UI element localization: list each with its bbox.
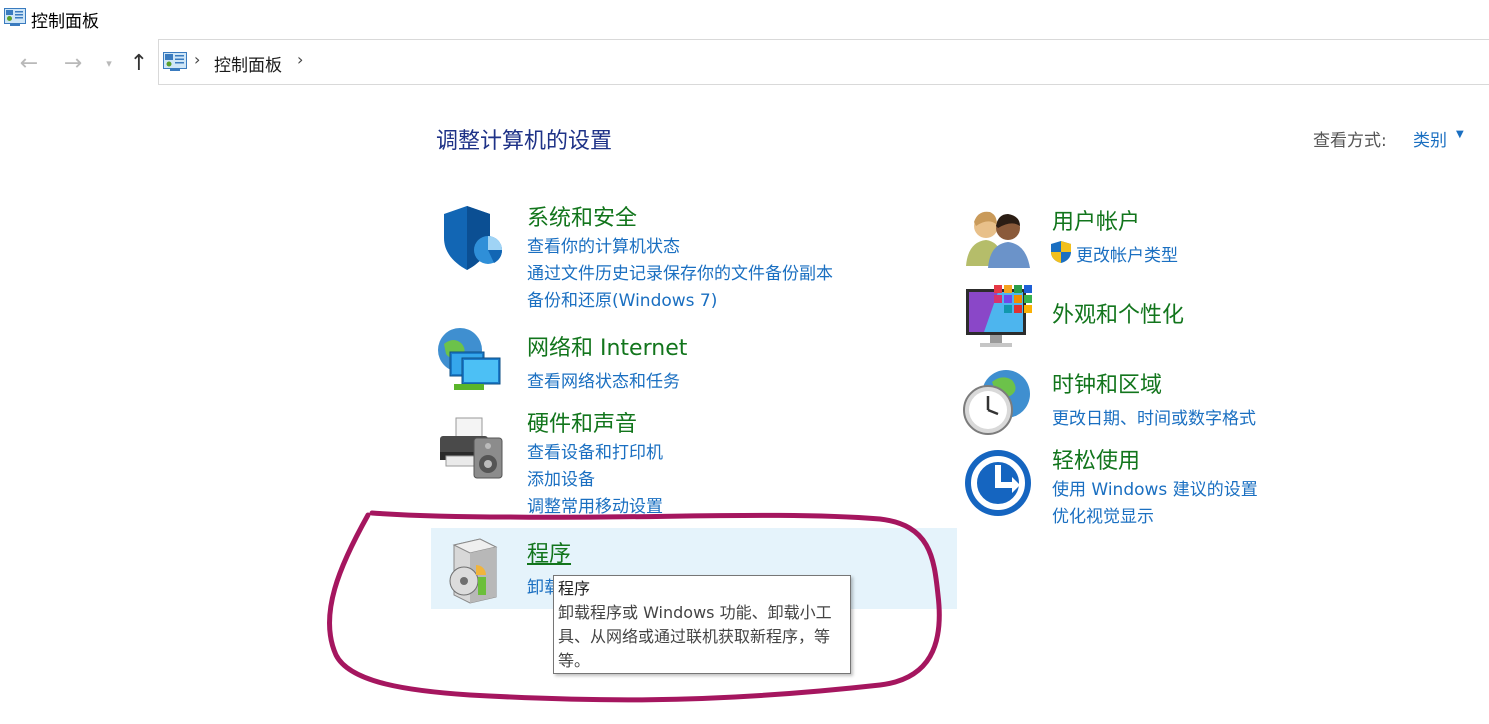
chevron-down-icon: ▾ [106, 56, 112, 70]
tooltip-title: 程序 [558, 579, 591, 598]
link-mobility-settings[interactable]: 调整常用移动设置 [527, 492, 663, 517]
users-icon[interactable] [964, 206, 1034, 276]
link-change-account-type[interactable]: 更改帐户类型 [1076, 241, 1178, 266]
recent-locations-button[interactable]: ▾ [94, 48, 124, 78]
link-view-computer-status[interactable]: 查看你的计算机状态 [527, 232, 680, 257]
title-bar: 控制面板 [0, 0, 1489, 36]
category-hardware-sound[interactable]: 硬件和声音 [527, 406, 637, 438]
shield-icon[interactable] [436, 202, 506, 272]
link-network-status-tasks[interactable]: 查看网络状态和任务 [527, 367, 680, 392]
breadcrumb-control-panel[interactable]: 控制面板 [214, 51, 282, 76]
monitor-colors-icon[interactable] [964, 283, 1034, 353]
control-panel-icon [4, 8, 26, 26]
category-clock-region[interactable]: 时钟和区域 [1052, 367, 1162, 399]
category-ease-of-access[interactable]: 轻松使用 [1052, 443, 1140, 475]
category-system-security[interactable]: 系统和安全 [527, 200, 637, 232]
tooltip-body: 卸载程序或 Windows 功能、卸载小工具、从网络或通过联机获取新程序，等等。 [558, 603, 832, 670]
category-programs[interactable]: 程序 [527, 536, 571, 568]
category-user-accounts[interactable]: 用户帐户 [1052, 204, 1140, 236]
chevron-down-icon[interactable]: ▼ [1456, 129, 1464, 140]
link-file-history-backup[interactable]: 通过文件历史记录保存你的文件备份副本 [527, 259, 833, 284]
breadcrumb-separator-icon[interactable]: › [194, 50, 200, 69]
address-bar[interactable]: › 控制面板 › [158, 39, 1489, 85]
breadcrumb-separator-icon[interactable]: › [297, 50, 303, 69]
printer-icon[interactable] [436, 412, 506, 482]
category-appearance-personalization[interactable]: 外观和个性化 [1052, 297, 1184, 329]
back-button[interactable]: ← [14, 48, 44, 78]
category-network-internet[interactable]: 网络和 Internet [527, 330, 687, 362]
link-optimize-visual-display[interactable]: 优化视觉显示 [1052, 502, 1154, 527]
uac-shield-icon [1051, 241, 1071, 263]
view-by-label: 查看方式: [1313, 131, 1387, 151]
link-backup-restore[interactable]: 备份和还原(Windows 7) [527, 286, 717, 311]
view-by-dropdown[interactable]: 类别 [1413, 126, 1447, 151]
up-button[interactable]: ↑ [124, 48, 154, 78]
link-windows-recommended-settings[interactable]: 使用 Windows 建议的设置 [1052, 475, 1258, 500]
link-change-date-time-format[interactable]: 更改日期、时间或数字格式 [1052, 404, 1256, 429]
window-title: 控制面板 [31, 12, 99, 32]
ease-of-access-icon[interactable] [962, 447, 1032, 517]
control-panel-icon [163, 52, 187, 71]
link-add-device[interactable]: 添加设备 [527, 465, 595, 490]
page-title: 调整计算机的设置 [436, 129, 613, 154]
clock-globe-icon[interactable] [962, 368, 1032, 438]
link-devices-printers[interactable]: 查看设备和打印机 [527, 438, 663, 463]
programs-tooltip: 程序 卸载程序或 Windows 功能、卸载小工具、从网络或通过联机获取新程序，… [553, 575, 851, 674]
network-icon[interactable] [436, 326, 506, 396]
arrow-left-icon: ← [19, 50, 39, 76]
programs-icon[interactable] [440, 535, 510, 605]
arrow-up-icon: ↑ [129, 50, 149, 76]
arrow-right-icon: → [63, 50, 83, 76]
forward-button[interactable]: → [58, 48, 88, 78]
